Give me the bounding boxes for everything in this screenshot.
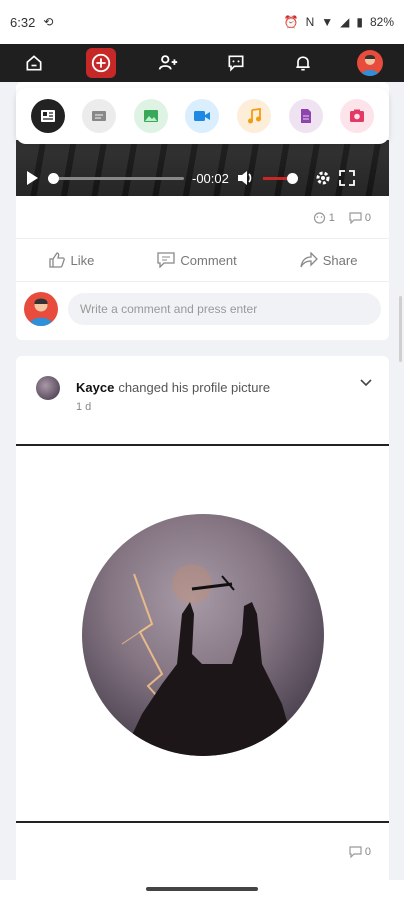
- chevron-down-icon[interactable]: [359, 378, 373, 388]
- settings-gear-icon[interactable]: [315, 170, 331, 186]
- messages-nav-button[interactable]: [221, 48, 251, 78]
- file-icon: [300, 109, 311, 123]
- chat-icon: [228, 55, 244, 72]
- post-timestamp[interactable]: 1 d: [76, 401, 91, 413]
- composer-toolbar: [16, 88, 389, 144]
- post-author-name[interactable]: Kayce: [76, 380, 114, 395]
- comment-input[interactable]: [68, 293, 381, 325]
- status-bar: 6:32 ⟲ ⏰ N ▼ ◢ ▮ 82%: [0, 0, 404, 44]
- status-time: 6:32: [10, 14, 36, 30]
- music-button[interactable]: [237, 99, 272, 133]
- post-activity-text: changed his profile picture: [118, 380, 271, 395]
- volume-icon[interactable]: [237, 170, 255, 186]
- profile-nav-button[interactable]: [355, 48, 385, 78]
- avatar: [24, 292, 58, 326]
- reaction-count[interactable]: 1: [313, 212, 335, 224]
- comment-icon: [157, 252, 176, 268]
- thumbs-up-icon: [48, 252, 65, 268]
- feed[interactable]: -00:02 1 0 Like Comment Share Write a co…: [0, 82, 404, 880]
- home-icon: [26, 55, 42, 71]
- post-author-line: Kayce changed his profile picture: [76, 380, 270, 395]
- image-button[interactable]: [133, 99, 168, 133]
- nfc-icon: N: [305, 15, 315, 29]
- share-button[interactable]: Share: [300, 252, 357, 268]
- like-button[interactable]: Like: [48, 251, 94, 269]
- scrollbar-thumb[interactable]: [399, 296, 402, 362]
- post-stats: 1 0: [313, 212, 371, 224]
- bell-icon: [296, 56, 310, 71]
- post-photo[interactable]: [16, 448, 389, 823]
- battery-icon: ▮: [356, 15, 363, 29]
- home-indicator[interactable]: [146, 887, 258, 891]
- text-button[interactable]: [82, 99, 117, 133]
- reaction-icon: [313, 212, 325, 224]
- post-card: Kayce changed his profile picture 1 d 0: [16, 356, 389, 880]
- volume-slider[interactable]: [262, 172, 298, 184]
- text-icon: [92, 111, 107, 121]
- post-header: Kayce changed his profile picture 1 d: [16, 356, 389, 446]
- notifications-nav-button[interactable]: [288, 48, 318, 78]
- video-player[interactable]: -00:02: [16, 140, 389, 196]
- music-icon: [248, 108, 262, 124]
- comment-count[interactable]: 0: [349, 212, 371, 224]
- add-user-icon: [159, 55, 178, 70]
- avatar: [357, 50, 384, 76]
- wifi-icon: ▼: [321, 15, 334, 29]
- comment-bubble-icon: [349, 846, 362, 858]
- share-icon: [300, 252, 318, 268]
- photo-album-icon: [350, 109, 365, 122]
- signal-icon: ◢: [340, 15, 350, 29]
- article-button[interactable]: [30, 99, 65, 133]
- comment-composer: [24, 292, 381, 326]
- top-navigation: [0, 44, 404, 82]
- fullscreen-icon[interactable]: [338, 170, 355, 186]
- alarm-icon: ⏰: [283, 15, 299, 29]
- photo-album-button[interactable]: [340, 99, 375, 133]
- profile-picture[interactable]: [81, 513, 324, 756]
- plus-icon: [91, 53, 111, 73]
- file-button[interactable]: [288, 99, 323, 133]
- video-icon: [194, 111, 211, 121]
- image-icon: [143, 110, 158, 122]
- comment-bubble-icon: [349, 212, 362, 224]
- battery-percent: 82%: [369, 15, 394, 29]
- home-nav-button[interactable]: [19, 48, 49, 78]
- avatar[interactable]: [36, 376, 60, 400]
- article-icon: [40, 110, 55, 122]
- gesture-bar: [0, 880, 404, 900]
- play-icon[interactable]: [24, 170, 40, 186]
- comment-button[interactable]: Comment: [157, 252, 237, 268]
- video-controls: -00:02: [16, 164, 389, 192]
- post-comment-count[interactable]: 0: [349, 846, 371, 858]
- add-friend-nav-button[interactable]: [153, 48, 183, 78]
- video-button[interactable]: [185, 99, 220, 133]
- create-post-nav-button[interactable]: [85, 48, 116, 78]
- video-time: -00:02: [192, 170, 229, 186]
- video-progress-bar[interactable]: [48, 172, 184, 184]
- sync-icon: ⟲: [43, 15, 54, 29]
- post-actions: Like Comment Share: [16, 238, 389, 282]
